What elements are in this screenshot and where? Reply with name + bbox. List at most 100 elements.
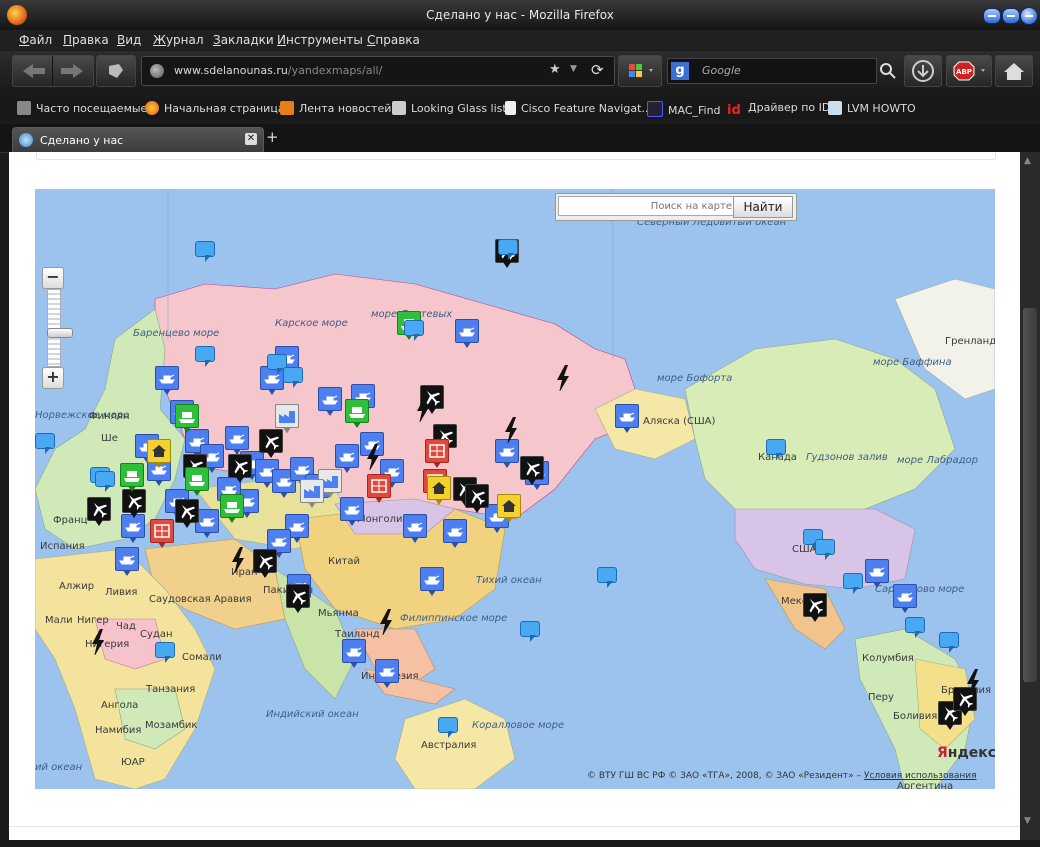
airplane-marker-icon[interactable] (175, 499, 199, 528)
home-page-icon-button[interactable] (96, 55, 136, 87)
new-tab-button[interactable]: + (266, 128, 279, 146)
menu-help[interactable]: Справка (367, 33, 420, 47)
forward-button[interactable] (52, 55, 94, 87)
downloads-button[interactable] (904, 55, 942, 87)
comment-bubble-marker-icon[interactable] (843, 573, 863, 594)
airplane-marker-icon[interactable] (122, 489, 146, 518)
house-marker-icon[interactable] (147, 439, 171, 468)
ship-marker-icon[interactable] (220, 494, 244, 523)
comment-bubble-marker-icon[interactable] (155, 642, 175, 663)
tank-marker-icon[interactable] (335, 444, 359, 473)
zoom-in-button[interactable]: + (42, 367, 64, 389)
airplane-marker-icon[interactable] (228, 454, 252, 483)
factory-marker-icon[interactable] (300, 479, 324, 508)
ship-marker-icon[interactable] (175, 404, 199, 433)
tank-marker-icon[interactable] (615, 404, 639, 433)
lightning-marker-icon[interactable] (230, 547, 244, 573)
google-icon[interactable]: g (671, 62, 689, 80)
tank-marker-icon[interactable] (155, 366, 179, 395)
menu-edit[interactable]: Правка (63, 33, 109, 47)
menu-view[interactable]: Вид (117, 33, 141, 47)
menu-bookmarks[interactable]: Закладки (213, 33, 274, 47)
reload-icon[interactable]: ⟳ (591, 61, 604, 79)
comment-bubble-marker-icon[interactable] (195, 241, 215, 262)
ship-marker-icon[interactable] (345, 399, 369, 428)
airplane-marker-icon[interactable] (803, 593, 827, 622)
terms-link[interactable]: Условия использования (864, 771, 977, 781)
tank-marker-icon[interactable] (403, 514, 427, 543)
menu-history[interactable]: Журнал (153, 33, 204, 47)
comment-bubble-marker-icon[interactable] (95, 471, 115, 492)
menu-tools[interactable]: Инструменты (277, 33, 363, 47)
scroll-down-icon[interactable]: ▼ (1024, 816, 1031, 826)
search-input[interactable]: Google (702, 64, 741, 77)
stadium-marker-icon[interactable] (367, 474, 391, 503)
lightning-marker-icon[interactable] (90, 629, 104, 655)
tank-marker-icon[interactable] (342, 639, 366, 668)
comment-bubble-marker-icon[interactable] (404, 320, 424, 341)
url-dropdown-icon[interactable]: ▼ (570, 64, 577, 74)
comment-bubble-marker-icon[interactable] (35, 433, 55, 454)
menu-file[interactable]: Файл (19, 33, 52, 47)
comment-bubble-marker-icon[interactable] (939, 632, 959, 653)
url-bar[interactable]: www.sdelanounas.ru/yandexmaps/all/ ★ ▼ ⟳ (141, 56, 615, 86)
ship-marker-icon[interactable] (185, 467, 209, 496)
stadium-marker-icon[interactable] (150, 519, 174, 548)
lightning-marker-icon[interactable] (365, 444, 379, 470)
airplane-marker-icon[interactable] (465, 484, 489, 513)
tank-marker-icon[interactable] (420, 567, 444, 596)
bookmark-looking-glass[interactable]: Looking Glass list (392, 101, 507, 115)
home-button[interactable] (995, 55, 1033, 87)
zoom-out-button[interactable]: − (42, 267, 64, 289)
comment-bubble-marker-icon[interactable] (905, 617, 925, 638)
airplane-marker-icon[interactable] (253, 549, 277, 578)
yandex-logo[interactable]: Яндекс (937, 745, 995, 761)
url-text[interactable]: www.sdelanounas.ru/yandexmaps/all/ (174, 64, 382, 77)
yandex-map[interactable]: Северный Ледовитый океан Баренцево море … (35, 189, 995, 789)
comment-bubble-marker-icon[interactable] (815, 539, 835, 560)
tank-marker-icon[interactable] (455, 319, 479, 348)
tank-marker-icon[interactable] (375, 659, 399, 688)
airplane-marker-icon[interactable] (87, 497, 111, 526)
airplane-marker-icon[interactable] (259, 429, 283, 458)
scroll-up-icon[interactable]: ▲ (1024, 156, 1031, 166)
ship-marker-icon[interactable] (120, 463, 144, 492)
comment-bubble-marker-icon[interactable] (438, 717, 458, 738)
tank-marker-icon[interactable] (893, 584, 917, 613)
house-marker-icon[interactable] (427, 476, 451, 505)
addons-button[interactable] (618, 55, 662, 87)
zoom-slider-handle[interactable] (47, 328, 73, 338)
tank-marker-icon[interactable] (443, 519, 467, 548)
adblock-button[interactable]: ABP (946, 55, 992, 87)
zoom-slider-track[interactable] (47, 289, 73, 367)
lightning-marker-icon[interactable] (378, 609, 392, 635)
lightning-marker-icon[interactable] (415, 396, 429, 422)
search-icon[interactable] (879, 62, 897, 80)
bookmark-driver-by-id[interactable]: id Драйвер по ID (727, 101, 830, 118)
tab-sdelano-u-nas[interactable]: Сделано у нас ✕ (12, 127, 264, 153)
tank-marker-icon[interactable] (865, 559, 889, 588)
minimize-button[interactable] (983, 8, 1001, 24)
scrollbar-thumb[interactable] (1023, 308, 1037, 682)
tab-close-icon[interactable]: ✕ (245, 133, 257, 145)
tank-marker-icon[interactable] (115, 547, 139, 576)
factory-marker-icon[interactable] (275, 404, 299, 433)
maximize-button[interactable] (1002, 8, 1020, 24)
lightning-marker-icon[interactable] (555, 365, 569, 391)
tank-marker-icon[interactable] (318, 387, 342, 416)
page-scrollbar[interactable]: ▲ ▼ (1020, 152, 1040, 840)
comment-bubble-marker-icon[interactable] (283, 367, 303, 388)
comment-bubble-marker-icon[interactable] (195, 346, 215, 367)
comment-bubble-marker-icon[interactable] (597, 567, 617, 588)
close-window-button[interactable] (1020, 7, 1038, 25)
search-bar[interactable]: g Google (667, 58, 877, 84)
comment-bubble-marker-icon[interactable] (498, 239, 518, 260)
lightning-marker-icon[interactable] (503, 417, 517, 443)
lightning-marker-icon[interactable] (965, 669, 979, 695)
airplane-marker-icon[interactable] (520, 456, 544, 485)
tank-marker-icon[interactable] (225, 426, 249, 455)
bookmark-most-visited[interactable]: Часто посещаемые (17, 101, 147, 115)
comment-bubble-marker-icon[interactable] (766, 439, 786, 460)
stadium-marker-icon[interactable] (425, 439, 449, 468)
bookmark-news-feed[interactable]: Лента новостей (280, 101, 391, 115)
